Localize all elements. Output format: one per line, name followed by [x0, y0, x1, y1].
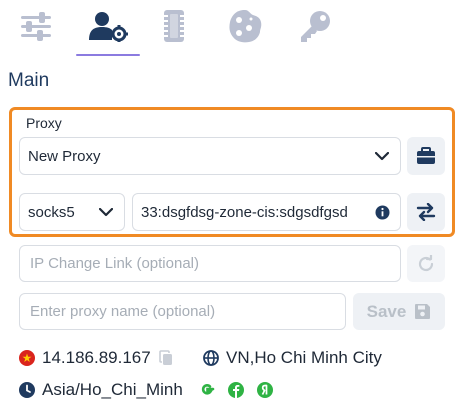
chip-icon [164, 10, 184, 42]
tab-profile[interactable] [84, 6, 132, 46]
key-icon [301, 11, 330, 42]
copy-icon[interactable] [158, 350, 173, 366]
ip-address: 14.186.89.167 [42, 348, 151, 367]
cookie-icon [229, 10, 262, 43]
save-label: Save [366, 301, 407, 321]
ip-change-link-input[interactable] [30, 255, 400, 272]
clock-icon [19, 382, 35, 398]
swap-arrows-icon [416, 203, 436, 221]
google-check-icon [199, 382, 215, 398]
proxy-label: Proxy [26, 115, 62, 131]
section-title: Main [8, 70, 50, 91]
save-button[interactable]: Save [353, 293, 445, 330]
tab-cookies[interactable] [221, 6, 269, 46]
globe-icon [203, 350, 219, 366]
ip-info: 14.186.89.167 [19, 348, 180, 368]
ip-change-link-field[interactable] [19, 245, 401, 282]
swap-format-button[interactable] [407, 193, 445, 231]
floppy-disk-icon [415, 304, 431, 319]
protocol-select[interactable]: socks5 [19, 193, 125, 231]
refresh-icon [418, 254, 434, 271]
timezone-info: Asia/Ho_Chi_Minh [19, 380, 280, 400]
top-tab-bar [0, 0, 461, 58]
briefcase-icon [417, 147, 435, 164]
location-text: VN,Ho Chi Minh City [226, 348, 382, 367]
tab-hardware[interactable] [150, 6, 198, 46]
yandex-check-icon [256, 382, 273, 398]
vietnam-flag-icon [19, 350, 35, 366]
proxy-name-field[interactable] [19, 293, 346, 330]
proxy-name-input[interactable] [30, 303, 345, 320]
timezone-text: Asia/Ho_Chi_Minh [42, 380, 183, 399]
proxy-select-value: New Proxy [28, 147, 101, 165]
proxy-select[interactable]: New Proxy [19, 137, 401, 175]
sliders-icon [21, 12, 51, 41]
tab-settings[interactable] [12, 6, 60, 46]
refresh-ip-button[interactable] [407, 245, 445, 282]
protocol-select-value: socks5 [28, 203, 75, 221]
proxy-manager-button[interactable] [407, 137, 445, 175]
proxy-string-input[interactable]: 33:dsgfdsg-zone-cis:sdgsdfgsd [132, 193, 401, 231]
chevron-down-icon [370, 151, 394, 161]
chevron-down-icon [94, 207, 118, 217]
facebook-check-icon [227, 382, 244, 398]
user-settings-icon [89, 12, 128, 42]
info-icon[interactable] [370, 205, 394, 220]
location-info: VN,Ho Chi Minh City [203, 348, 382, 368]
tab-extensions[interactable] [291, 6, 339, 46]
proxy-string-value: 33:dsgfdsg-zone-cis:sdgsdfgsd [141, 203, 348, 221]
active-tab-indicator [76, 54, 140, 56]
